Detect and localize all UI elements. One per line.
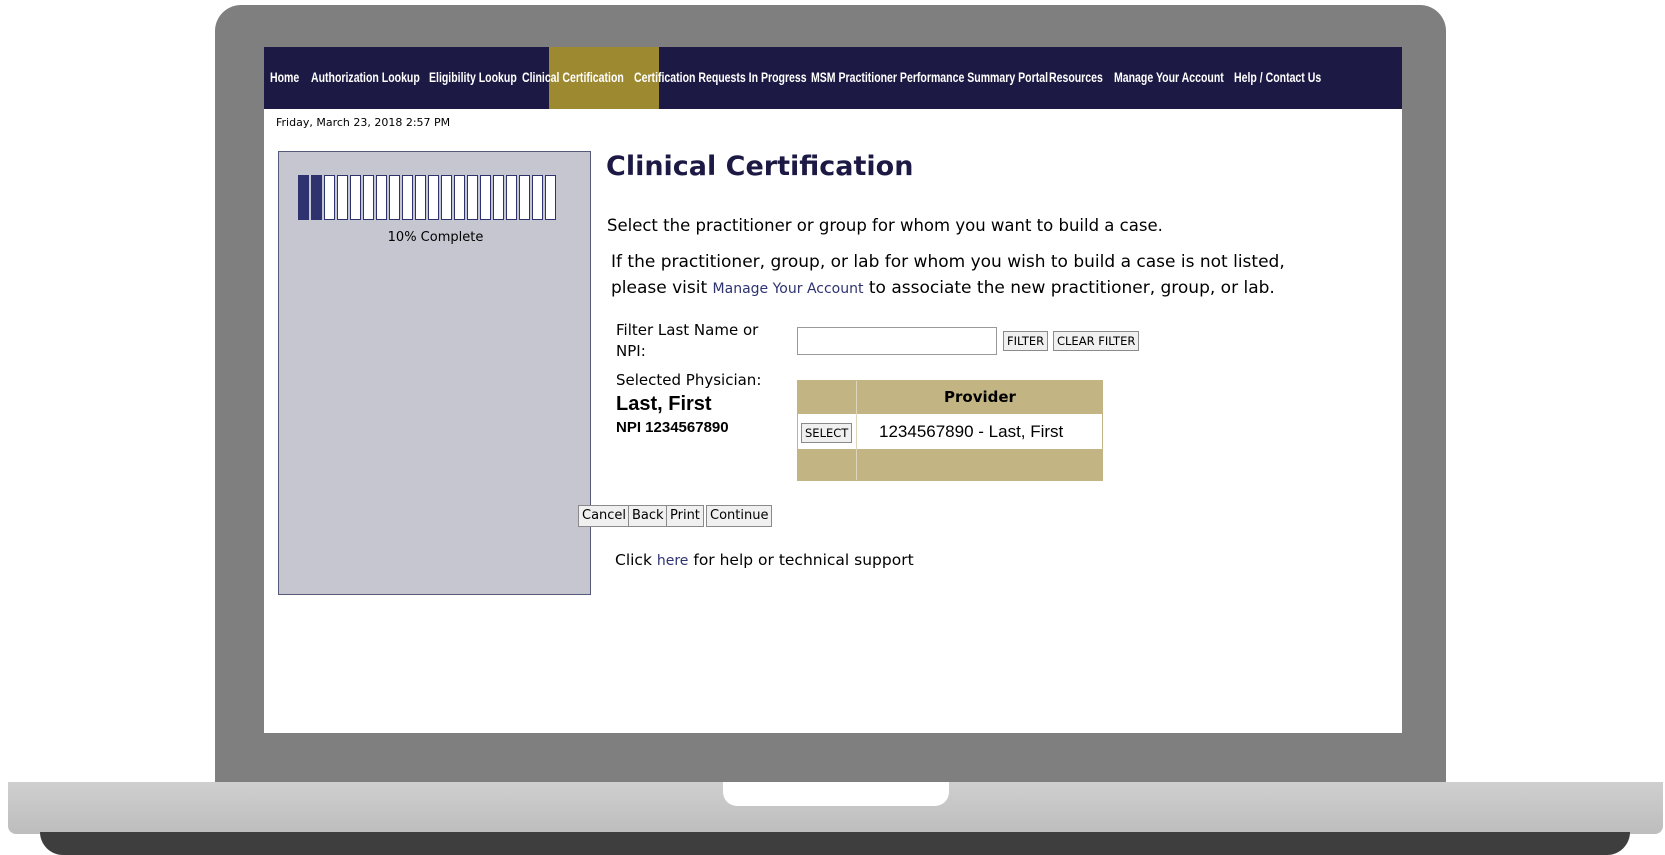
nav-item-authorization-lookup[interactable]: Authorization Lookup bbox=[311, 47, 420, 109]
progress-segment bbox=[493, 175, 504, 220]
progress-bar bbox=[298, 175, 578, 220]
manage-account-link[interactable]: Manage Your Account bbox=[713, 281, 864, 297]
nav-item-help-contact[interactable]: Help / Contact Us bbox=[1234, 47, 1321, 109]
nav-item-clinical-certification[interactable]: Clinical Certification bbox=[522, 47, 624, 109]
nav-item-eligibility-lookup[interactable]: Eligibility Lookup bbox=[429, 47, 517, 109]
nav-item-msm-portal[interactable]: MSM Practitioner Performance Summary Por… bbox=[811, 47, 1048, 109]
progress-segment bbox=[324, 175, 335, 220]
select-provider-button[interactable]: SELECT bbox=[801, 423, 853, 443]
datetime: Friday, March 23, 2018 2:57 PM bbox=[276, 116, 451, 129]
progress-segment bbox=[428, 175, 439, 220]
filter-label: Filter Last Name or NPI: bbox=[616, 321, 759, 360]
provider-column-header: Provider bbox=[944, 388, 1016, 406]
laptop-base-shadow bbox=[40, 832, 1630, 855]
continue-button[interactable]: Continue bbox=[706, 505, 773, 527]
progress-segment bbox=[467, 175, 478, 220]
provider-table: Provider SELECT 1234567890 - Last, First bbox=[797, 380, 1103, 481]
progress-segment bbox=[337, 175, 348, 220]
selected-physician-npi: NPI 1234567890 bbox=[616, 419, 729, 436]
progress-segment bbox=[350, 175, 361, 220]
nav-item-resources[interactable]: Resources bbox=[1049, 47, 1103, 109]
top-nav: Home Authorization Lookup Eligibility Lo… bbox=[264, 47, 1402, 109]
help-text-before: Click bbox=[615, 551, 657, 569]
progress-segment bbox=[506, 175, 517, 220]
progress-label: 10% Complete bbox=[387, 230, 484, 245]
cancel-button[interactable]: Cancel bbox=[578, 505, 631, 527]
progress-segment bbox=[376, 175, 387, 220]
progress-segment bbox=[389, 175, 400, 220]
help-text: Click here for help or technical support bbox=[615, 551, 914, 569]
selected-physician-name: Last, First bbox=[616, 393, 712, 415]
selected-physician-label: Selected Physician: bbox=[616, 371, 762, 389]
filter-button[interactable]: FILTER bbox=[1003, 331, 1049, 351]
progress-segment bbox=[545, 175, 556, 220]
progress-segment bbox=[298, 175, 309, 220]
filter-input[interactable] bbox=[797, 327, 997, 355]
progress-segment bbox=[480, 175, 491, 220]
help-text-after: for help or technical support bbox=[688, 551, 914, 569]
provider-cell: 1234567890 - Last, First bbox=[879, 422, 1064, 441]
instruction-text-2-after: to associate the new practitioner, group… bbox=[863, 278, 1275, 298]
instruction-text: Select the practitioner or group for who… bbox=[607, 216, 1163, 235]
laptop-notch bbox=[723, 782, 949, 806]
progress-segment bbox=[441, 175, 452, 220]
progress-segment bbox=[311, 175, 322, 220]
page-title: Clinical Certification bbox=[606, 151, 914, 182]
back-button[interactable]: Back bbox=[628, 505, 668, 527]
progress-panel: 10% Complete bbox=[278, 151, 591, 595]
progress-segment bbox=[402, 175, 413, 220]
clear-filter-button[interactable]: CLEAR FILTER bbox=[1053, 331, 1140, 351]
progress-segment bbox=[532, 175, 543, 220]
print-button[interactable]: Print bbox=[666, 505, 704, 527]
instruction-text-2: If the practitioner, group, or lab for w… bbox=[611, 249, 1331, 302]
help-link[interactable]: here bbox=[657, 553, 689, 569]
screen: Home Authorization Lookup Eligibility Lo… bbox=[264, 47, 1402, 733]
progress-segment bbox=[519, 175, 530, 220]
progress-segment bbox=[363, 175, 374, 220]
nav-item-certification-requests[interactable]: Certification Requests In Progress bbox=[634, 47, 807, 109]
nav-item-manage-account[interactable]: Manage Your Account bbox=[1114, 47, 1224, 109]
nav-item-home[interactable]: Home bbox=[270, 47, 299, 109]
progress-segment bbox=[454, 175, 465, 220]
progress-segment bbox=[415, 175, 426, 220]
